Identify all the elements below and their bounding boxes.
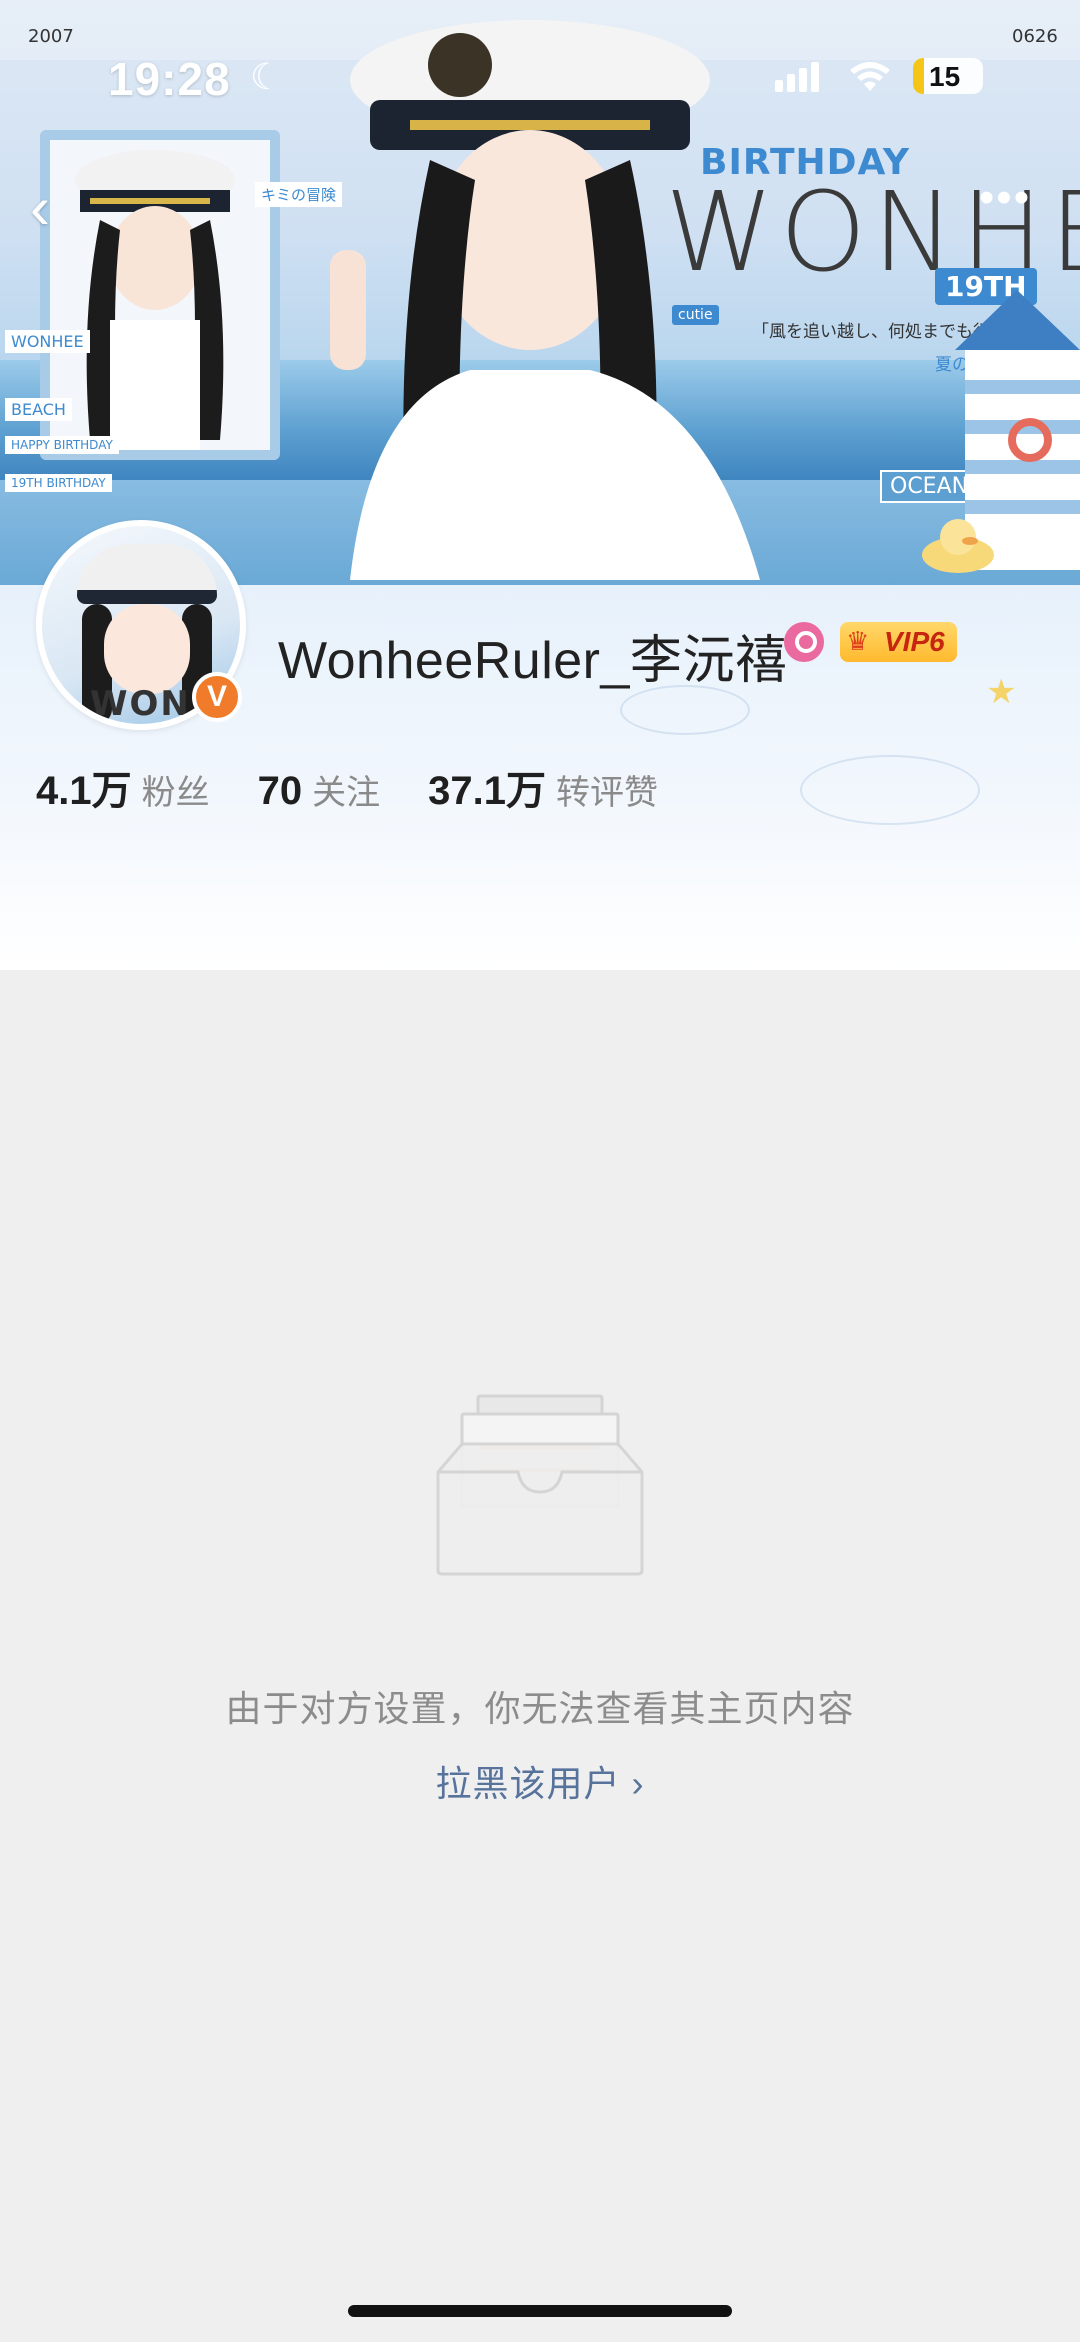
duck-sticker-icon	[922, 519, 994, 573]
cellular-signal-icon	[775, 62, 819, 92]
battery-icon: 15	[913, 58, 983, 94]
status-time: 19:28	[108, 53, 231, 105]
banner-side-tag: 19TH BIRTHDAY	[5, 474, 112, 492]
stat-following[interactable]: 70 关注	[258, 765, 381, 814]
empty-state-message: 由于对方设置，你无法查看其主页内容	[225, 1688, 855, 1729]
verified-badge-icon: V	[192, 672, 242, 722]
vip-label: VIP6	[884, 626, 945, 657]
home-indicator[interactable]	[348, 2305, 732, 2317]
member-badge-icon[interactable]	[784, 622, 824, 662]
stat-label: 关注	[312, 774, 381, 812]
stat-label: 转评赞	[555, 774, 658, 812]
banner-side-tag: WONHEE	[5, 330, 90, 353]
block-user-link[interactable]: 拉黑该用户 ›	[0, 1755, 1080, 1807]
avatar-cap	[77, 544, 217, 604]
status-bar: 19:28 ☾ 15	[0, 40, 1080, 120]
empty-inbox-icon	[436, 1394, 644, 1576]
banner-side-tag: HAPPY BIRTHDAY	[5, 436, 119, 454]
chevron-left-icon[interactable]: ‹	[30, 178, 80, 238]
star-icon: ★	[986, 673, 1017, 711]
stat-value: 4.1万	[36, 769, 132, 813]
profile-stats: 4.1万 粉丝 70 关注 37.1万 转评赞	[36, 758, 658, 816]
ripple-decoration	[800, 755, 980, 825]
vip-badge[interactable]: ♛ VIP6	[840, 622, 957, 662]
stat-label: 粉丝	[141, 774, 210, 812]
banner-cutie-tag: cutie	[672, 305, 719, 325]
stat-value: 70	[257, 769, 303, 813]
stat-value: 37.1万	[428, 769, 546, 813]
banner-side-tag: BEACH	[5, 398, 72, 421]
crown-icon: ♛	[846, 626, 870, 656]
battery-level: 15	[929, 61, 961, 92]
avatar-face	[104, 604, 190, 694]
battery-fill	[913, 58, 924, 94]
stat-interactions[interactable]: 37.1万 转评赞	[428, 758, 658, 816]
ellipsis-icon[interactable]: •••	[960, 168, 1050, 248]
stat-followers[interactable]: 4.1万 粉丝	[36, 758, 210, 816]
photo-card-figure	[50, 140, 270, 450]
profile-username: WonheeRuler_李沅禧	[278, 632, 788, 690]
moon-icon: ☾	[250, 56, 283, 97]
wifi-icon	[850, 62, 890, 91]
